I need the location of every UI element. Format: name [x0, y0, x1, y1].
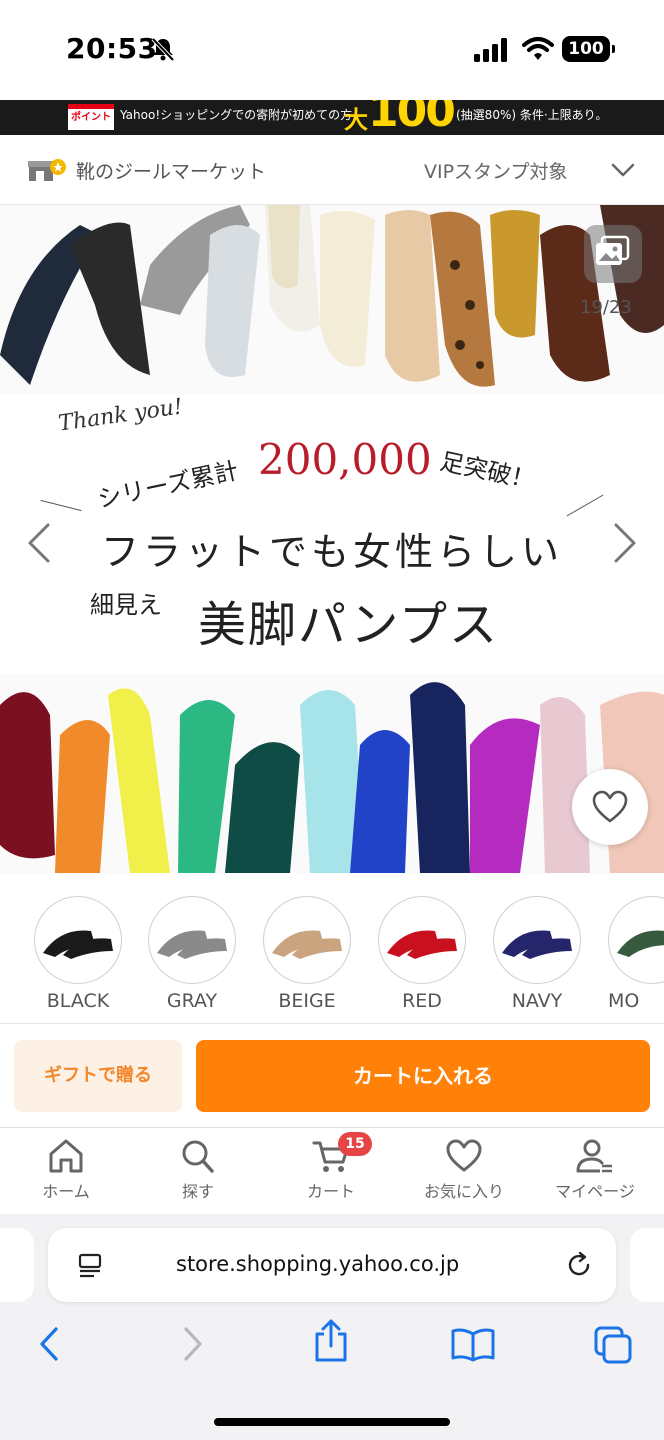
decoration-line-left [40, 499, 82, 512]
purchase-actions: ギフトで贈る カートに入れる [0, 1024, 664, 1128]
swatch-label: GRAY [166, 990, 218, 1012]
nav-label-home: ホーム [42, 1182, 90, 1201]
swatch-image [378, 896, 466, 984]
color-swatch-list: BLACK GRAY BEIGE RED NAVY MO [0, 890, 664, 1024]
promo-big-number: 100 [368, 100, 456, 135]
swatch-image [608, 896, 664, 984]
swatch-black[interactable]: BLACK [34, 896, 122, 1012]
headline-sub-small: 細見え [90, 591, 162, 619]
swatch-label: NAVY [511, 990, 563, 1012]
cellular-signal-icon [474, 38, 507, 62]
chevron-left-icon[interactable] [26, 521, 52, 565]
promo-banner[interactable]: ポイント Yahoo!ショッピングでの寄附が初めての方 大 100 (抽選80%… [0, 100, 664, 135]
home-icon [49, 1139, 83, 1173]
gallery-button[interactable] [584, 225, 642, 283]
share-icon[interactable] [312, 1318, 350, 1364]
favorite-button[interactable] [572, 769, 648, 845]
chevron-right-icon[interactable] [612, 521, 638, 565]
reload-icon[interactable] [564, 1250, 594, 1280]
swatch-gray[interactable]: GRAY [148, 896, 236, 1012]
shoe-thumbnail [617, 930, 664, 957]
thank-you-text: Thank you! [56, 394, 185, 437]
bell-slash-icon [151, 37, 175, 62]
heart-icon [592, 790, 628, 823]
promo-text: Yahoo!ショッピングでの寄附が初めての方 [120, 108, 353, 122]
previous-tab-preview[interactable] [0, 1228, 34, 1302]
home-indicator[interactable] [214, 1418, 450, 1426]
nav-label-favorites: お気に入り [423, 1182, 504, 1201]
user-icon [576, 1139, 612, 1173]
status-bar: 20:53 100 [0, 0, 664, 100]
point-badge: ポイント [68, 104, 114, 130]
browser-toolbar: store.shopping.yahoo.co.jp [0, 1214, 664, 1440]
heart-icon [446, 1139, 482, 1172]
status-time: 20:53 [66, 32, 158, 65]
product-image-carousel[interactable]: 19/23 Thank you! シリーズ累計 200,000 足突破！ フラッ… [0, 205, 664, 873]
product-image-shoes-bottom [0, 675, 664, 873]
wifi-icon [522, 37, 554, 60]
tabs-icon[interactable] [592, 1324, 634, 1366]
add-to-cart-button[interactable]: カートに入れる [196, 1040, 650, 1112]
nav-label-search: 探す [181, 1182, 214, 1201]
nav-item-cart[interactable]: 15 カート [276, 1132, 386, 1202]
nav-item-home[interactable]: ホーム [11, 1138, 121, 1202]
nav-item-favorites[interactable]: お気に入り [409, 1138, 519, 1202]
swatch-label: MO [608, 990, 640, 1012]
image-counter: 19/23 [580, 297, 632, 318]
battery-indicator: 100 [562, 36, 615, 62]
nav-item-mypage[interactable]: マイページ [540, 1138, 650, 1202]
vip-stamp-label[interactable]: VIPスタンプ対象 [424, 157, 568, 184]
swatch-image [34, 896, 122, 984]
promo-daisuu: 大 [344, 106, 368, 134]
swatch-navy[interactable]: NAVY [493, 896, 581, 1012]
bookmarks-icon[interactable] [450, 1328, 496, 1362]
url-text[interactable]: store.shopping.yahoo.co.jp [176, 1252, 459, 1276]
page-menu-icon[interactable] [76, 1252, 104, 1280]
headline-sub-big: 美脚パンプス [198, 597, 499, 653]
swatch-image [493, 896, 581, 984]
product-image-shoes-top [0, 205, 664, 395]
shoe-thumbnail [502, 930, 572, 959]
swatch-label: RED [402, 990, 442, 1012]
swatch-image [263, 896, 351, 984]
forward-icon[interactable] [180, 1324, 206, 1364]
store-name[interactable]: 靴のジールマーケット [76, 157, 266, 184]
swatch-label: BEIGE [278, 990, 336, 1012]
store-header[interactable]: 靴のジールマーケット VIPスタンプ対象 [0, 135, 664, 205]
nav-label-cart: カート [306, 1182, 355, 1201]
decoration-line-right [566, 494, 604, 517]
swatch-image [148, 896, 236, 984]
bottom-navigation: ホーム 探す 15 カート お気に入り マイページ [0, 1128, 664, 1214]
shoe-thumbnail [387, 930, 457, 959]
next-tab-preview[interactable] [630, 1228, 664, 1302]
series-total-text: シリーズ累計 200,000 足突破！ [95, 435, 556, 515]
series-left-text: シリーズ累計 [95, 456, 241, 514]
swatch-more[interactable]: MO [608, 896, 664, 1012]
address-bar[interactable]: store.shopping.yahoo.co.jp [48, 1228, 616, 1302]
series-right-text: 足突破！ [437, 447, 538, 495]
nav-label-mypage: マイページ [555, 1182, 635, 1201]
promo-condition: (抽選80%) 条件·上限あり。 [456, 108, 608, 122]
store-icon [28, 159, 66, 181]
headline-main: フラットでも女性らしい [100, 530, 563, 574]
chevron-down-icon[interactable] [610, 159, 636, 181]
swatch-label: BLACK [46, 990, 110, 1012]
series-number: 200,000 [258, 435, 432, 484]
cart-count-badge: 15 [338, 1132, 372, 1156]
shoe-thumbnail [272, 930, 342, 959]
back-icon[interactable] [36, 1324, 62, 1364]
swatch-beige[interactable]: BEIGE [263, 896, 351, 1012]
shoe-thumbnail [157, 930, 227, 959]
gift-button[interactable]: ギフトで贈る [14, 1040, 182, 1112]
nav-item-search[interactable]: 探す [143, 1138, 253, 1202]
shoe-thumbnail [43, 930, 113, 959]
image-gallery-icon [596, 235, 630, 265]
search-icon [182, 1140, 214, 1173]
swatch-red[interactable]: RED [378, 896, 466, 1012]
